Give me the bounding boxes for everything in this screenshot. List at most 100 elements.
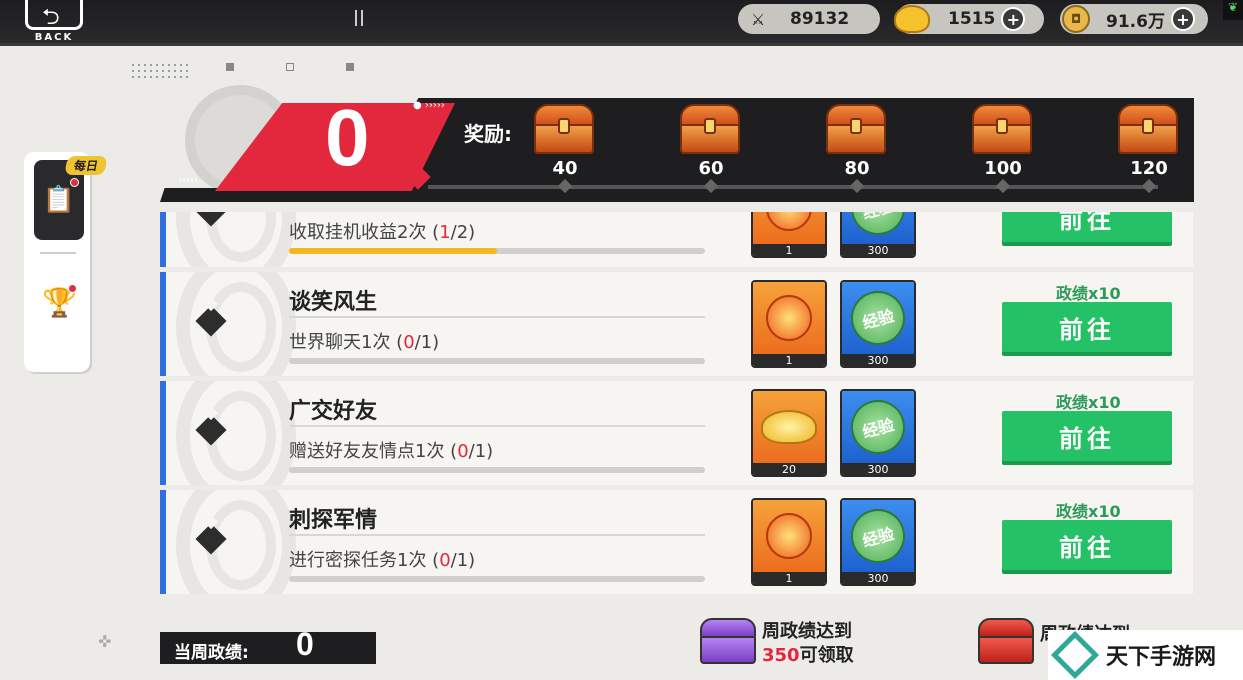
task-description: 收取挂机收益2次 (1/2) (289, 222, 476, 243)
reward-item[interactable]: 1 (751, 212, 827, 258)
reward-item[interactable]: 20 (751, 389, 827, 477)
clipboard-icon: 📋 (42, 185, 76, 215)
weekly-reward-text: 周政绩达到 350可领取 (762, 621, 854, 666)
go-button[interactable]: 前往 (1002, 411, 1172, 461)
item-count: 1 (753, 354, 825, 366)
ingot-value: 1515 (948, 9, 996, 29)
power-value: 89132 (790, 9, 850, 29)
task-divider (289, 425, 705, 427)
reward-item[interactable]: 经验 300 (840, 498, 916, 586)
go-button[interactable]: 前往 (1002, 212, 1172, 242)
chest-100[interactable] (970, 104, 1034, 156)
score-value: 0 (325, 93, 370, 182)
progress-track (428, 185, 1158, 189)
weekly-score-label: 当周政绩: (174, 643, 249, 663)
watermark-logo-icon (1050, 630, 1100, 680)
reward-item[interactable]: 经验 300 (840, 212, 916, 258)
item-count: 20 (753, 463, 825, 475)
chest-icon (996, 118, 1008, 134)
copper-coin-icon: ◘ (1062, 5, 1090, 33)
top-mark-icon (355, 10, 363, 26)
milestone-label: 100 (984, 158, 1022, 179)
task-row: 谈笑风生 世界聊天1次 (0/1) 1 经验 300 政绩x10 前往 (160, 272, 1193, 376)
reward-item[interactable]: 1 (751, 280, 827, 368)
dots-decoration (130, 62, 190, 82)
task-progress-bar (289, 358, 705, 364)
weekly-score-box: 当周政绩: 0 (160, 626, 376, 664)
exp-icon: 经验 (844, 393, 912, 461)
power-pill: ⚔ 89132 (738, 4, 880, 34)
fire-orb-icon (766, 295, 812, 341)
reward-label: 奖励: (464, 122, 512, 146)
chest-60[interactable] (678, 104, 742, 156)
task-reward-text: 政绩x10 (1056, 284, 1121, 303)
notification-dot (68, 284, 77, 293)
back-arrow-icon (25, 0, 83, 38)
item-count: 300 (842, 244, 914, 256)
task-description: 进行密探任务1次 (0/1) (289, 550, 476, 571)
add-coin-button[interactable]: + (1170, 7, 1195, 31)
exp-icon: 经验 (844, 284, 912, 352)
milestone-label: 120 (1130, 158, 1168, 179)
square-decoration (286, 63, 294, 71)
chest-icon (558, 118, 570, 134)
gold-ingot-icon (894, 5, 930, 33)
task-progress-bar (289, 248, 705, 254)
chest-80[interactable] (824, 104, 888, 156)
task-name: 刺探军情 (289, 508, 378, 533)
go-button[interactable]: 前往 (1002, 520, 1172, 570)
weekly-chest-350[interactable] (700, 618, 756, 664)
watermark-text: 天下手游网 (1106, 645, 1217, 670)
daily-badge: 每日 (64, 156, 108, 175)
task-description: 赠送好友友情点1次 (0/1) (289, 441, 494, 462)
milestone-label: 40 (552, 158, 578, 179)
crossed-swords-icon: ⚔ (750, 9, 766, 29)
task-row: 广交好友 赠送好友友情点1次 (0/1) 20 经验 300 政绩x10 前往 (160, 381, 1193, 485)
task-divider (289, 316, 705, 318)
coin-value: 91.6万 (1106, 11, 1165, 32)
square-decoration (226, 63, 234, 71)
task-name: 广交好友 (289, 399, 378, 424)
coin-pill: ◘ 91.6万 + (1060, 4, 1208, 34)
go-button[interactable]: 前往 (1002, 302, 1172, 352)
item-count: 300 (842, 572, 914, 584)
reward-item[interactable]: 经验 300 (840, 389, 916, 477)
task-description: 世界聊天1次 (0/1) (289, 332, 440, 353)
square-decoration (346, 63, 354, 71)
gold-ingot-icon (761, 410, 817, 444)
item-count: 1 (753, 572, 825, 584)
notification-dot (70, 178, 79, 187)
chest-icon (850, 118, 862, 134)
reward-item[interactable]: 1 (751, 498, 827, 586)
item-count: 300 (842, 354, 914, 366)
chest-40[interactable] (532, 104, 596, 156)
milestone-label: 60 (698, 158, 724, 179)
task-divider (289, 534, 705, 536)
top-bar: BACK ⚔ 89132 1515 + ◘ 91.6万 + ❦ (0, 0, 1243, 46)
task-progress-bar (289, 467, 705, 473)
ingot-pill: 1515 + (894, 4, 1044, 34)
task-progress-bar (289, 576, 705, 582)
weekly-chest-2[interactable] (978, 618, 1034, 664)
task-row: 刺探军情 进行密探任务1次 (0/1) 1 经验 300 政绩x10 前往 (160, 490, 1193, 594)
task-reward-text: 政绩x10 (1056, 393, 1121, 412)
back-button[interactable]: BACK (22, 0, 86, 44)
chest-icon (1142, 118, 1154, 134)
plus-decoration: ✜ (98, 632, 112, 651)
fire-orb-icon (766, 513, 812, 559)
weekly-score-value: 0 (296, 626, 314, 662)
exp-icon: 经验 (844, 502, 912, 570)
arrows-decoration: ‹‹‹‹‹ (178, 175, 198, 186)
item-count: 1 (753, 244, 825, 256)
chest-120[interactable] (1116, 104, 1180, 156)
task-row: 收取挂机收益2次 (1/2) 1 经验 300 前往 (160, 212, 1193, 267)
reward-item[interactable]: 经验 300 (840, 280, 916, 368)
watermark: 天下手游网 (1048, 630, 1243, 680)
milestone-label: 80 (844, 158, 870, 179)
chest-icon (704, 118, 716, 134)
arrows-decoration: ● ››››› (413, 100, 445, 111)
task-name: 谈笑风生 (289, 290, 378, 315)
add-ingot-button[interactable]: + (1001, 7, 1026, 31)
leaf-icon: ❦ (1223, 0, 1243, 20)
fire-orb-icon (766, 212, 812, 231)
